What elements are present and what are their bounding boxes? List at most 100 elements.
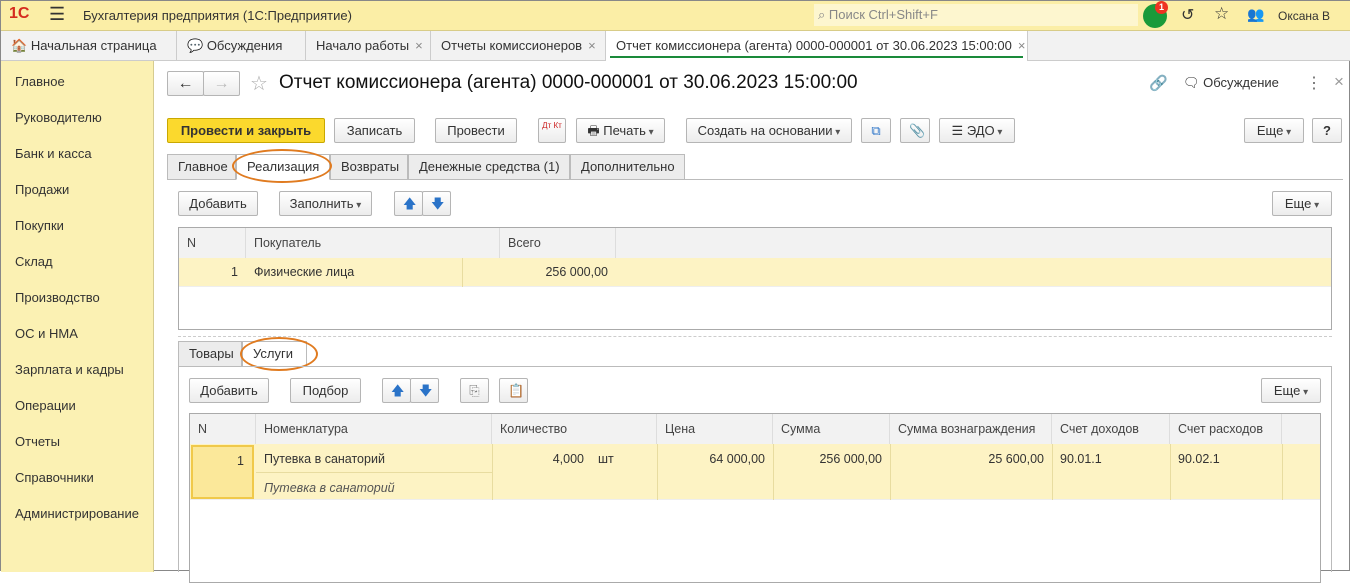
sidebar-item[interactable]: ОС и НМА	[15, 326, 78, 341]
item-cell[interactable]: Путевка в санаторий	[256, 452, 393, 466]
sidebar-item[interactable]: Администрирование	[15, 506, 139, 521]
tab-label: Отчеты комиссионеров	[441, 38, 583, 53]
sidebar-item[interactable]: Производство	[15, 290, 100, 305]
tab-current-report[interactable]: Отчет комиссионера (агента) 0000-000001 …	[606, 31, 1028, 61]
star-icon[interactable]: ☆	[1214, 4, 1229, 24]
more-vertical-icon[interactable]: ⋮	[1306, 73, 1322, 93]
more-button[interactable]: Еще	[1272, 191, 1332, 216]
sidebar-item[interactable]: Главное	[15, 74, 65, 89]
close-icon[interactable]: ×	[1018, 38, 1026, 53]
total-cell[interactable]: 256 000,00	[500, 265, 616, 279]
reward-cell[interactable]: 25 600,00	[890, 452, 1052, 466]
link-icon[interactable]: 🔗	[1149, 74, 1168, 92]
sidebar-item[interactable]: Справочники	[15, 470, 94, 485]
column-header[interactable]: Количество	[492, 414, 657, 444]
unit-cell[interactable]: шт	[590, 452, 622, 466]
income-account-cell[interactable]: 90.01.1	[1052, 452, 1110, 466]
copy-icon[interactable]: ⎘	[460, 378, 489, 403]
attachment-icon[interactable]: 📎	[900, 118, 930, 143]
column-header[interactable]: N	[190, 414, 256, 444]
user-name[interactable]: Оксана В	[1278, 9, 1330, 23]
search-input[interactable]: ⌕ Поиск Ctrl+Shift+F	[814, 4, 1138, 26]
column-header[interactable]: Всего	[500, 228, 616, 258]
users-icon[interactable]: 👥	[1247, 6, 1264, 23]
forward-button[interactable]: →	[203, 71, 240, 96]
column-header[interactable]: Счет расходов	[1170, 414, 1282, 444]
buyer-cell[interactable]: Физические лица	[246, 265, 362, 279]
close-icon[interactable]: ×	[415, 38, 423, 53]
price-cell[interactable]: 64 000,00	[657, 452, 773, 466]
notifications-bell-icon[interactable]: 1	[1143, 1, 1168, 28]
tab-cash[interactable]: Денежные средства (1)	[408, 154, 570, 180]
close-icon[interactable]: ×	[588, 38, 596, 53]
sidebar-item[interactable]: Руководителю	[15, 110, 102, 125]
sidebar-item[interactable]: Продажи	[15, 182, 69, 197]
more-button[interactable]: Еще	[1261, 378, 1321, 403]
expense-account-cell[interactable]: 90.02.1	[1170, 452, 1228, 466]
sidebar-item[interactable]: Покупки	[15, 218, 64, 233]
cell-divider	[1282, 444, 1283, 500]
dt-kt-button[interactable]: Дт Кт	[538, 118, 566, 143]
table-row[interactable]: 1 Физические лица 256 000,00	[179, 258, 1331, 287]
discussion-button[interactable]: 🗨 Обсуждение	[1183, 75, 1279, 91]
pick-button[interactable]: Подбор	[290, 378, 361, 403]
sidebar-item[interactable]: Отчеты	[15, 434, 60, 449]
column-header[interactable]: Сумма	[773, 414, 890, 444]
create-based-on-button[interactable]: Создать на основании	[686, 118, 852, 143]
table-row[interactable]: 1 Путевка в санаторий Путевка в санатори…	[190, 444, 1320, 500]
help-button[interactable]: ?	[1312, 118, 1342, 143]
favorite-star-icon[interactable]: ☆	[250, 71, 268, 96]
row-number-cell[interactable]: 1	[191, 445, 254, 499]
tab-discussions[interactable]: 💬 Обсуждения	[177, 31, 306, 61]
tab-reports[interactable]: Отчеты комиссионеров ×	[431, 31, 606, 61]
move-down-icon[interactable]: 🡇	[410, 378, 439, 403]
post-button[interactable]: Провести	[435, 118, 517, 143]
more-button[interactable]: Еще	[1244, 118, 1304, 143]
fill-button[interactable]: Заполнить	[279, 191, 372, 216]
sidebar-item[interactable]: Зарплата и кадры	[15, 362, 124, 377]
cell-divider	[773, 444, 774, 500]
column-header[interactable]: N	[179, 228, 246, 258]
splitter[interactable]	[178, 336, 1332, 337]
sum-cell[interactable]: 256 000,00	[773, 452, 890, 466]
chat-icon: 🗨	[1183, 75, 1200, 90]
back-button[interactable]: ←	[167, 71, 204, 96]
print-label: Печать	[603, 123, 646, 138]
column-header[interactable]: Счет доходов	[1052, 414, 1170, 444]
tab-goods[interactable]: Товары	[178, 341, 242, 367]
history-icon[interactable]: ↺	[1181, 5, 1194, 25]
sidebar-item[interactable]: Операции	[15, 398, 76, 413]
tab-additional[interactable]: Дополнительно	[570, 154, 685, 180]
cell-divider	[1170, 444, 1171, 500]
print-button[interactable]: 🖶 Печать	[576, 118, 665, 143]
home-icon: 🏠	[11, 38, 28, 53]
add-button[interactable]: Добавить	[178, 191, 258, 216]
save-button[interactable]: Записать	[334, 118, 415, 143]
tab-home[interactable]: 🏠 Начальная страница	[1, 31, 177, 61]
paste-icon[interactable]: 📋	[499, 378, 528, 403]
top-bar: 1С ☰ Бухгалтерия предприятия (1С:Предпри…	[1, 1, 1350, 31]
structure-icon[interactable]: ⧉	[861, 118, 891, 143]
move-up-icon[interactable]: 🡅	[394, 191, 423, 216]
tab-main[interactable]: Главное	[167, 154, 236, 180]
column-header[interactable]: Цена	[657, 414, 773, 444]
quantity-cell[interactable]: 4,000	[492, 452, 592, 466]
tab-start[interactable]: Начало работы ×	[306, 31, 431, 61]
tab-returns[interactable]: Возвраты	[330, 154, 408, 180]
tab-label: Начало работы	[316, 38, 410, 53]
column-header[interactable]: Покупатель	[246, 228, 500, 258]
edo-button[interactable]: ☰ ЭДО	[939, 118, 1015, 143]
column-header[interactable]: Номенклатура	[256, 414, 492, 444]
cell-divider	[657, 444, 658, 500]
column-header[interactable]: Сумма вознаграждения	[890, 414, 1052, 444]
move-down-icon[interactable]: 🡇	[422, 191, 451, 216]
close-icon[interactable]: ×	[1334, 72, 1344, 92]
post-and-close-button[interactable]: Провести и закрыть	[167, 118, 325, 143]
sidebar-item[interactable]: Склад	[15, 254, 53, 269]
sidebar-item[interactable]: Банк и касса	[15, 146, 92, 161]
item-description: Путевка в санаторий	[264, 481, 395, 495]
services-table: N Номенклатура Количество Цена Сумма Сум…	[189, 413, 1321, 583]
move-up-icon[interactable]: 🡅	[382, 378, 411, 403]
menu-icon[interactable]: ☰	[49, 4, 65, 25]
add-button[interactable]: Добавить	[189, 378, 269, 403]
